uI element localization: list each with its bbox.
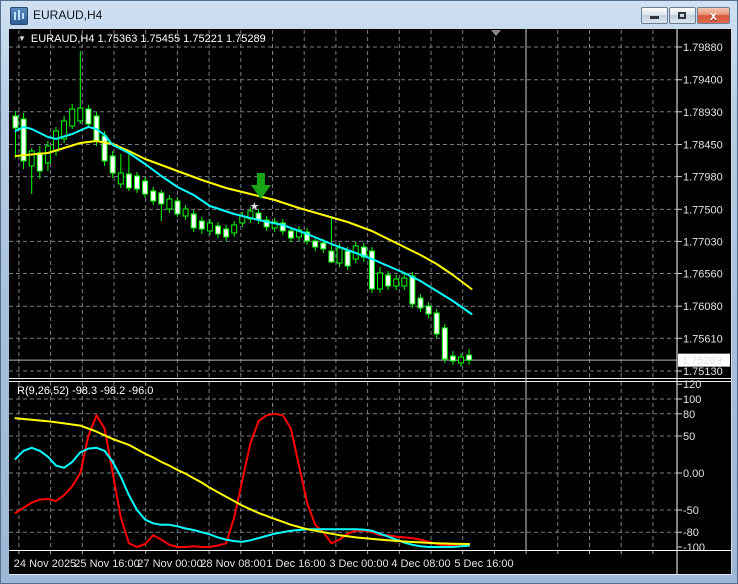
candle-body — [86, 109, 91, 124]
candle-body — [386, 275, 391, 286]
candle-body — [45, 146, 50, 163]
indicator-axis-label: 50 — [683, 431, 695, 443]
grid-lines — [9, 30, 677, 550]
candle-body — [151, 191, 156, 201]
candle-body — [321, 243, 326, 249]
indicator-axis-label: 100 — [683, 394, 701, 406]
candle-body — [159, 193, 164, 204]
time-axis[interactable]: 24 Nov 202525 Nov 16:0027 Nov 00:0028 No… — [14, 551, 653, 570]
chart-canvas[interactable]: ★ 1.79880 1.79400 1.78930 1.78450 1.77980 1.77… — [9, 29, 731, 574]
close-icon: x — [698, 8, 729, 23]
candle-body — [224, 229, 229, 237]
candle-body — [288, 231, 293, 238]
price-axis-label: 1.77500 — [683, 204, 723, 216]
candle-body — [126, 174, 131, 188]
candle-body — [207, 223, 212, 231]
candle-body — [378, 273, 383, 289]
price-axis-label: 1.75610 — [683, 333, 723, 345]
time-axis-label: 28 Nov 08:00 — [200, 558, 265, 570]
time-axis-label: 24 Nov 2025 — [14, 558, 76, 570]
chart-shift-marker-icon[interactable] — [491, 30, 501, 36]
minimize-button[interactable] — [641, 7, 668, 24]
indicator-label: R(9,26,52) -98.3 -98.2 -96.0 — [17, 385, 153, 397]
time-axis-label: 27 Nov 00:00 — [137, 558, 202, 570]
price-axis-label: 1.75130 — [683, 366, 723, 378]
candle-body — [191, 214, 196, 228]
candle-body — [78, 108, 83, 121]
candle-body — [337, 248, 342, 263]
candle-body — [369, 251, 374, 289]
candle-body — [110, 156, 115, 173]
price-axis-label: 1.78450 — [683, 140, 723, 152]
current-price-tag-text: 1.75289 — [682, 355, 722, 367]
candle-body — [434, 313, 439, 334]
window-title: EURAUD,H4 — [33, 8, 102, 22]
indicator-axis-label: -100 — [683, 542, 705, 554]
candle-body — [418, 298, 423, 308]
candle-body — [183, 209, 188, 216]
candle-body — [216, 226, 221, 234]
oscillator-R9-line — [16, 414, 470, 547]
time-axis-label: 4 Dec 08:00 — [391, 558, 450, 570]
chart-header-ohlc: EURAUD,H4 1.75363 1.75455 1.75221 1.7528… — [31, 33, 266, 45]
price-axis-label: 1.77030 — [683, 236, 723, 248]
candle-body — [13, 116, 18, 128]
candle-body — [345, 251, 350, 266]
indicator-axis[interactable]: 120 100 80 50 0.00 -50 -80 -100 — [677, 379, 705, 554]
candle-body — [426, 306, 431, 314]
candle-body — [410, 276, 415, 304]
mt4-chart-window: EURAUD,H4 x ★ 1.79880 1.79400 1.78930 1.7845… — [0, 0, 738, 584]
star-icon[interactable]: ★ — [250, 201, 260, 213]
minimize-icon — [650, 16, 659, 19]
candle-body — [143, 181, 148, 194]
candle-body — [102, 136, 107, 161]
restore-button[interactable] — [669, 7, 696, 24]
candle-body — [459, 357, 464, 363]
candle-body — [135, 176, 140, 189]
price-axis-label: 1.79400 — [683, 75, 723, 87]
candle-body — [467, 355, 472, 360]
indicator-axis-label: -80 — [683, 527, 699, 539]
price-axis-label: 1.76560 — [683, 268, 723, 280]
candle-body — [37, 153, 42, 171]
window-titlebar[interactable]: EURAUD,H4 x — [1, 1, 737, 29]
chart-header: ▼ EURAUD,H4 1.75363 1.75455 1.75221 1.752… — [18, 33, 266, 45]
candle-body — [313, 241, 318, 247]
time-axis-label: 1 Dec 16:00 — [266, 558, 325, 570]
candle-body — [118, 173, 123, 184]
price-axis-label: 1.79880 — [683, 42, 723, 54]
indicator-axis-label: 80 — [683, 409, 695, 421]
candle-body — [167, 199, 172, 209]
ma-yellow-line — [16, 141, 472, 289]
candle-body — [199, 221, 204, 229]
indicator-axis-label: -50 — [683, 505, 699, 517]
price-axis-label: 1.76080 — [683, 301, 723, 313]
candle-body — [54, 131, 59, 151]
candle-body — [70, 109, 75, 126]
price-axis[interactable]: 1.79880 1.79400 1.78930 1.78450 1.77980 1.775… — [677, 42, 730, 378]
chevron-down-icon[interactable]: ▼ — [18, 34, 26, 43]
candle-body — [450, 356, 455, 361]
restore-icon — [678, 12, 686, 19]
candle-body — [175, 201, 180, 214]
candle-body — [394, 279, 399, 286]
candle-body — [29, 151, 34, 166]
indicator-axis-label: 0.00 — [683, 468, 704, 480]
time-axis-label: 5 Dec 16:00 — [454, 558, 513, 570]
close-button[interactable]: x — [697, 7, 730, 24]
price-axis-label: 1.78930 — [683, 107, 723, 119]
time-axis-label: 25 Nov 16:00 — [74, 558, 139, 570]
candle-body — [442, 328, 447, 359]
time-axis-label: 3 Dec 00:00 — [329, 558, 388, 570]
window-chart-icon — [10, 7, 28, 25]
indicator-axis-label: 120 — [683, 379, 701, 391]
candle-body — [329, 251, 334, 262]
price-axis-label: 1.77980 — [683, 172, 723, 184]
candle-body — [402, 278, 407, 286]
candle-body — [232, 225, 237, 233]
